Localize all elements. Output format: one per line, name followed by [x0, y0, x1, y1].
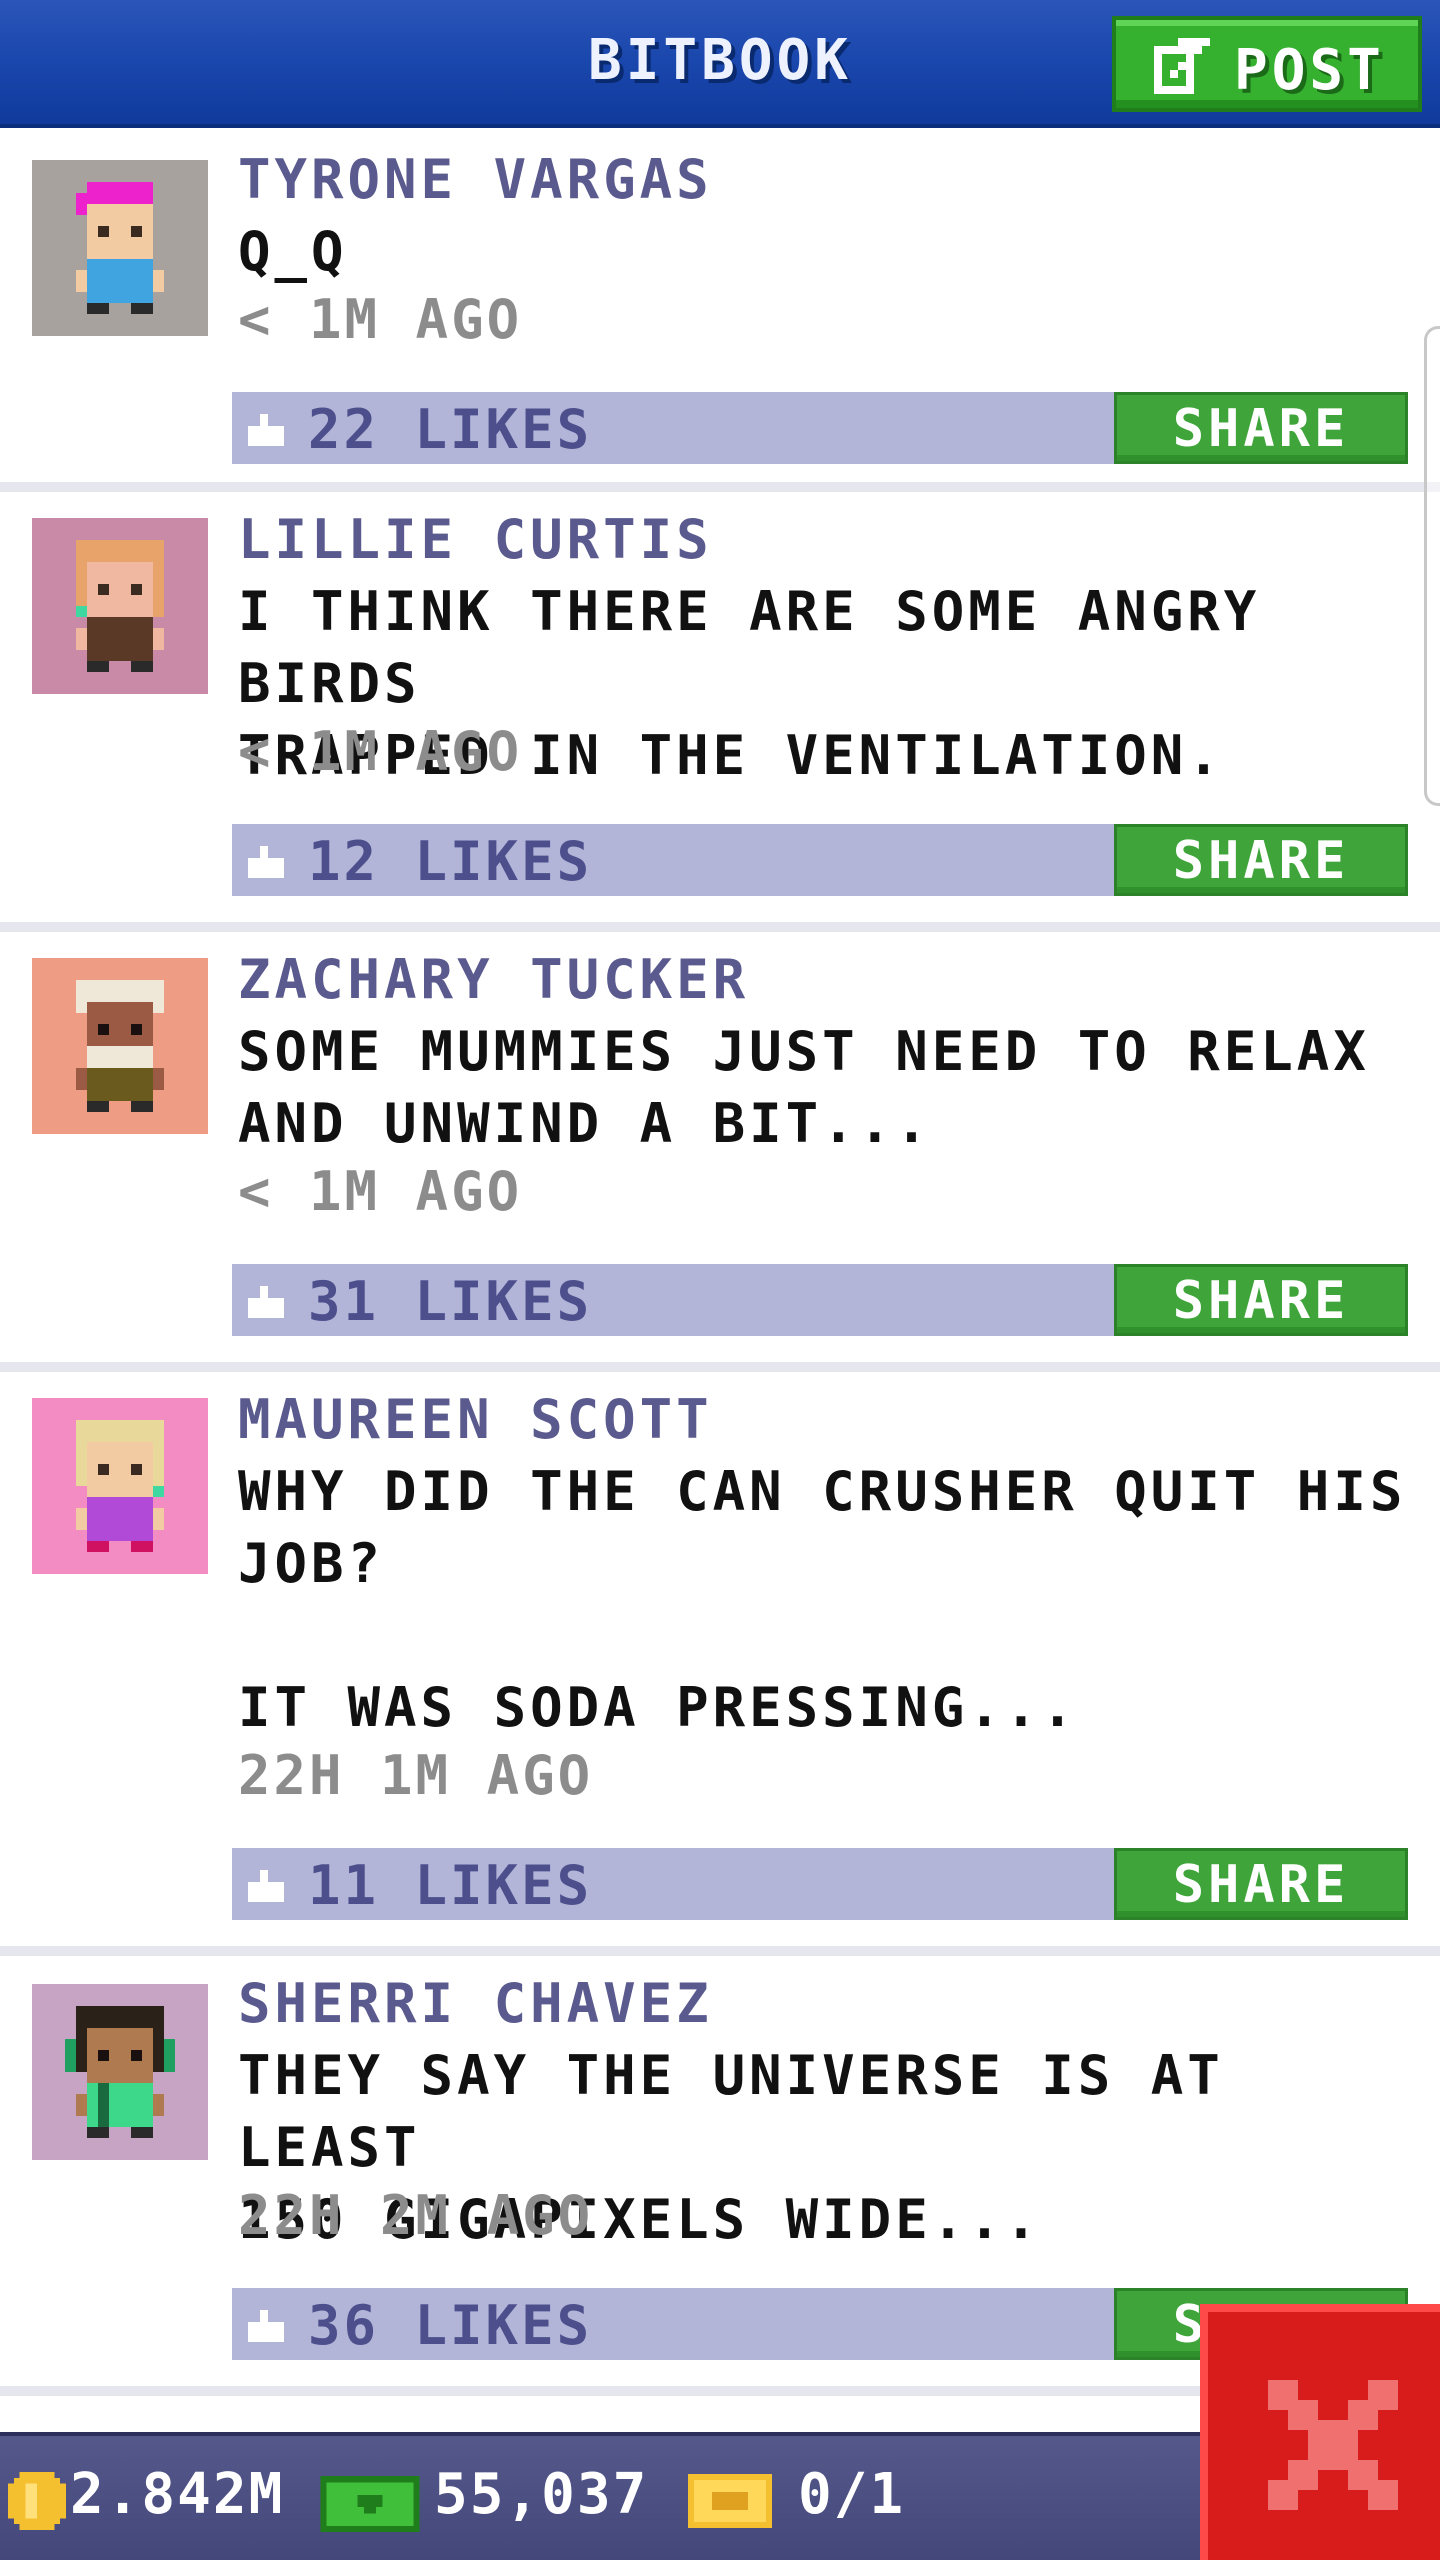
close-button[interactable] — [1200, 2304, 1440, 2560]
likes-count: 22 LIKES — [308, 398, 593, 461]
ticket-icon — [688, 2474, 772, 2528]
post-timestamp: < 1M AGO — [238, 288, 523, 351]
likes-count: 11 LIKES — [308, 1854, 593, 1917]
avatar — [32, 518, 208, 694]
app-header: BITBOOK POST — [0, 0, 1440, 128]
likes-count: 36 LIKES — [308, 2294, 593, 2357]
thumbs-up-icon — [248, 1870, 284, 1902]
avatar — [32, 1398, 208, 1574]
thumbs-up-icon — [248, 846, 284, 878]
avatar — [32, 160, 208, 336]
share-button[interactable]: SHARE — [1114, 392, 1408, 464]
close-icon — [1268, 2380, 1398, 2510]
post-timestamp: < 1M AGO — [238, 720, 523, 783]
share-button-label: SHARE — [1172, 1271, 1350, 1331]
share-button-label: SHARE — [1172, 831, 1350, 891]
post-text: SOME MUMMIES JUST NEED TO RELAX AND UNWI… — [238, 1020, 1370, 1155]
post-author: LILLIE CURTIS — [238, 508, 713, 571]
post-text: WHY DID THE CAN CRUSHER QUIT HIS JOB? IT… — [238, 1460, 1407, 1739]
post-timestamp: < 1M AGO — [238, 1160, 523, 1223]
thumbs-up-icon — [248, 1286, 284, 1318]
post-button[interactable]: POST — [1112, 16, 1422, 112]
like-bar[interactable]: 31 LIKES SHARE — [232, 1264, 1408, 1336]
post-author: ZACHARY TUCKER — [238, 948, 750, 1011]
avatar — [32, 958, 208, 1134]
feed-post: MAUREEN SCOTT WHY DID THE CAN CRUSHER QU… — [0, 1372, 1440, 1956]
scroll-indicator[interactable] — [1424, 326, 1440, 806]
post-text: Q_Q — [238, 220, 348, 283]
like-bar[interactable]: 12 LIKES SHARE — [232, 824, 1408, 896]
share-button[interactable]: SHARE — [1114, 1264, 1408, 1336]
likes-count: 12 LIKES — [308, 830, 593, 893]
likes-count: 31 LIKES — [308, 1270, 593, 1333]
like-bar[interactable]: 11 LIKES SHARE — [232, 1848, 1408, 1920]
share-button[interactable]: SHARE — [1114, 824, 1408, 896]
feed-post: LILLIE CURTIS I THINK THERE ARE SOME ANG… — [0, 492, 1440, 932]
post-button-label: POST — [1234, 38, 1385, 103]
ticket-count: 0/1 — [798, 2462, 906, 2527]
bux-count: 55,037 — [434, 2462, 649, 2527]
post-author: SHERRI CHAVEZ — [238, 1972, 713, 2035]
post-timestamp: 22H 1M AGO — [238, 1744, 594, 1807]
share-button-label: SHARE — [1172, 399, 1350, 459]
post-author: MAUREEN SCOTT — [238, 1388, 713, 1451]
like-bar[interactable]: 22 LIKES SHARE — [232, 392, 1408, 464]
bitbook-feed[interactable]: TYRONE VARGAS Q_Q < 1M AGO 22 LIKES SHAR… — [0, 132, 1440, 2396]
feed-post: ZACHARY TUCKER SOME MUMMIES JUST NEED TO… — [0, 932, 1440, 1372]
share-button[interactable]: SHARE — [1114, 1848, 1408, 1920]
post-timestamp: 22H 2M AGO — [238, 2184, 594, 2247]
share-button-label: SHARE — [1172, 1855, 1350, 1915]
avatar — [32, 1984, 208, 2160]
coin-count: 2.842M — [70, 2462, 285, 2527]
edit-icon — [1154, 38, 1210, 94]
feed-post: TYRONE VARGAS Q_Q < 1M AGO 22 LIKES SHAR… — [0, 132, 1440, 492]
bitbux-icon — [320, 2476, 420, 2532]
post-author: TYRONE VARGAS — [238, 148, 713, 211]
coin-icon — [8, 2472, 66, 2530]
thumbs-up-icon — [248, 414, 284, 446]
thumbs-up-icon — [248, 2310, 284, 2342]
